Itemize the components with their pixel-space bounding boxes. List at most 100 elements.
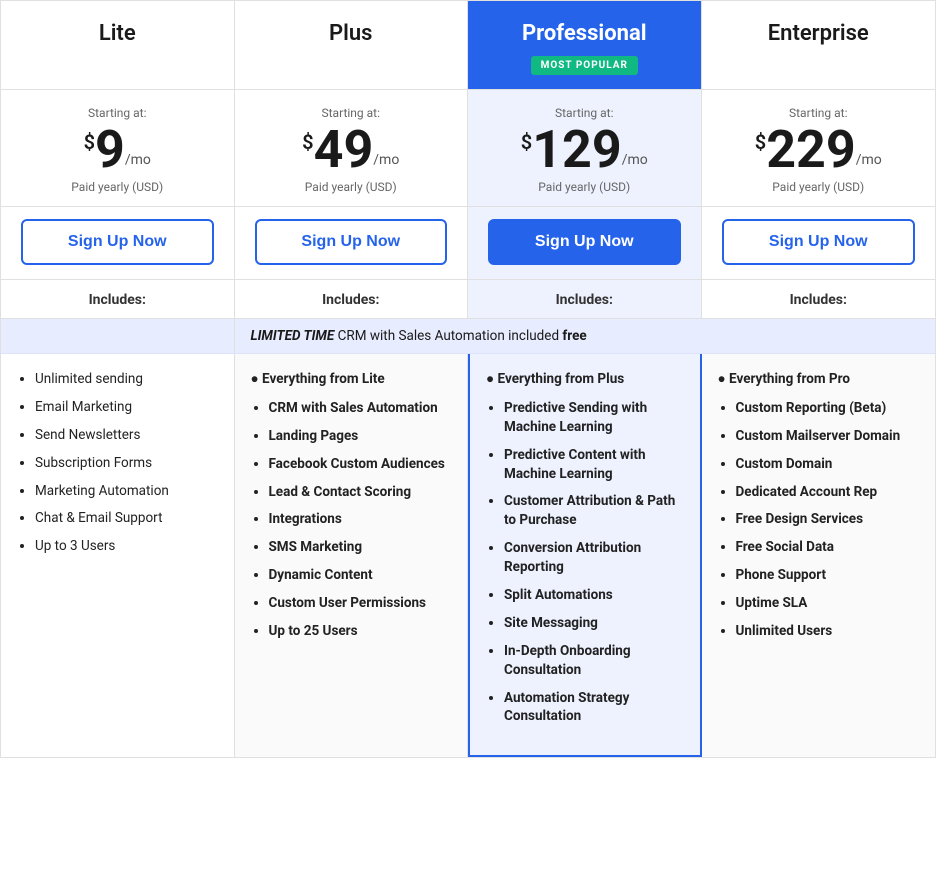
banner-content: LIMITED TIME CRM with Sales Automation i… [235, 319, 936, 353]
plus-price-display: $ 49 /mo [251, 124, 452, 176]
ent-currency: $ [755, 130, 766, 154]
list-item: Email Marketing [35, 398, 218, 417]
list-item: Integrations [269, 510, 452, 529]
list-item: Custom Domain [736, 455, 920, 474]
plus-cta-cell: Sign Up Now [235, 207, 469, 279]
list-item: Subscription Forms [35, 454, 218, 473]
ent-signup-button[interactable]: Sign Up Now [722, 219, 916, 265]
price-row: Starting at: $ 9 /mo Paid yearly (USD) S… [1, 90, 935, 207]
list-item: Up to 3 Users [35, 537, 218, 556]
ent-includes: Includes: [702, 280, 936, 318]
list-item: ● Everything from Pro [718, 370, 920, 389]
includes-row: Includes: Includes: Includes: Includes: [1, 280, 935, 319]
list-item: Unlimited Users [736, 622, 920, 641]
plus-header: Plus [235, 1, 469, 89]
list-item: Landing Pages [269, 427, 452, 446]
ent-price-display: $ 229 /mo [718, 124, 920, 176]
list-item: ● Everything from Plus [486, 370, 684, 389]
pro-price-display: $ 129 /mo [484, 124, 685, 176]
lite-currency: $ [84, 130, 95, 154]
list-item: Free Social Data [736, 538, 920, 557]
badge-wrap: MOST POPULAR [484, 50, 685, 75]
pro-period: /mo [622, 152, 648, 168]
plus-currency: $ [302, 130, 313, 154]
ent-starting-at: Starting at: [718, 106, 920, 120]
plus-starting-at: Starting at: [251, 106, 452, 120]
list-item: Predictive Content with Machine Learning [504, 446, 684, 484]
professional-price: Starting at: $ 129 /mo Paid yearly (USD) [468, 90, 702, 206]
pro-includes: Includes: [468, 280, 702, 318]
list-item: Lead & Contact Scoring [269, 483, 452, 502]
limited-time-label: LIMITED TIME [251, 328, 335, 344]
lite-paid-yearly: Paid yearly (USD) [17, 180, 218, 194]
list-item: Custom Mailserver Domain [736, 427, 920, 446]
list-item: Free Design Services [736, 510, 920, 529]
lite-features-cell: Unlimited sending Email Marketing Send N… [1, 354, 235, 757]
pro-features-cell: ● Everything from Plus Predictive Sendin… [468, 354, 702, 757]
professional-header: Professional MOST POPULAR [468, 1, 702, 89]
ent-features-list: ● Everything from Pro Custom Reporting (… [718, 370, 920, 641]
enterprise-header: Enterprise [702, 1, 936, 89]
list-item: Facebook Custom Audiences [269, 455, 452, 474]
pro-cta-cell: Sign Up Now [468, 207, 702, 279]
list-item: Site Messaging [504, 614, 684, 633]
list-item: Custom Reporting (Beta) [736, 399, 920, 418]
lite-header: Lite [1, 1, 235, 89]
banner-bold-text: free [562, 328, 586, 344]
pro-currency: $ [521, 130, 532, 154]
list-item: In-Depth Onboarding Consultation [504, 642, 684, 680]
plus-signup-button[interactable]: Sign Up Now [255, 219, 448, 265]
plus-amount: 49 [314, 124, 374, 176]
list-item: Dedicated Account Rep [736, 483, 920, 502]
plus-price: Starting at: $ 49 /mo Paid yearly (USD) [235, 90, 469, 206]
plus-title: Plus [251, 21, 452, 46]
lite-includes: Includes: [1, 280, 235, 318]
list-item: Send Newsletters [35, 426, 218, 445]
list-item: Up to 25 Users [269, 622, 452, 641]
list-item: SMS Marketing [269, 538, 452, 557]
list-item: Customer Attribution & Path to Purchase [504, 492, 684, 530]
lite-price: Starting at: $ 9 /mo Paid yearly (USD) [1, 90, 235, 206]
list-item: Conversion Attribution Reporting [504, 539, 684, 577]
lite-period: /mo [125, 152, 151, 168]
lite-price-display: $ 9 /mo [17, 124, 218, 176]
lite-title: Lite [17, 21, 218, 46]
list-item: Marketing Automation [35, 482, 218, 501]
list-item: ● Everything from Lite [251, 370, 452, 389]
list-item: Uptime SLA [736, 594, 920, 613]
cta-row: Sign Up Now Sign Up Now Sign Up Now Sign… [1, 207, 935, 280]
enterprise-title: Enterprise [718, 21, 920, 46]
plus-period: /mo [373, 152, 399, 168]
banner-spacer [1, 319, 235, 353]
list-item: Phone Support [736, 566, 920, 585]
banner-main-text: CRM with Sales Automation included [338, 328, 559, 344]
pro-amount: 129 [532, 124, 622, 176]
plus-includes: Includes: [235, 280, 469, 318]
enterprise-price: Starting at: $ 229 /mo Paid yearly (USD) [702, 90, 936, 206]
ent-cta-cell: Sign Up Now [702, 207, 936, 279]
list-item: Unlimited sending [35, 370, 218, 389]
lite-amount: 9 [95, 124, 125, 176]
list-item: Dynamic Content [269, 566, 452, 585]
header-row: Lite Plus Professional MOST POPULAR Ente… [1, 1, 935, 90]
lite-features-list: Unlimited sending Email Marketing Send N… [17, 370, 218, 556]
pro-paid-yearly: Paid yearly (USD) [484, 180, 685, 194]
most-popular-badge: MOST POPULAR [531, 56, 638, 75]
ent-period: /mo [856, 152, 882, 168]
plus-features-list: ● Everything from Lite CRM with Sales Au… [251, 370, 452, 641]
pro-signup-button[interactable]: Sign Up Now [488, 219, 681, 265]
features-row: Unlimited sending Email Marketing Send N… [1, 354, 935, 757]
list-item: Chat & Email Support [35, 509, 218, 528]
pricing-table: Lite Plus Professional MOST POPULAR Ente… [0, 0, 936, 758]
list-item: Automation Strategy Consultation [504, 689, 684, 727]
lite-starting-at: Starting at: [17, 106, 218, 120]
list-item: Predictive Sending with Machine Learning [504, 399, 684, 437]
list-item: Custom User Permissions [269, 594, 452, 613]
lite-signup-button[interactable]: Sign Up Now [21, 219, 214, 265]
banner-row: LIMITED TIME CRM with Sales Automation i… [1, 319, 935, 354]
ent-features-cell: ● Everything from Pro Custom Reporting (… [702, 354, 936, 757]
ent-paid-yearly: Paid yearly (USD) [718, 180, 920, 194]
lite-cta-cell: Sign Up Now [1, 207, 235, 279]
ent-amount: 229 [766, 124, 856, 176]
list-item: Split Automations [504, 586, 684, 605]
